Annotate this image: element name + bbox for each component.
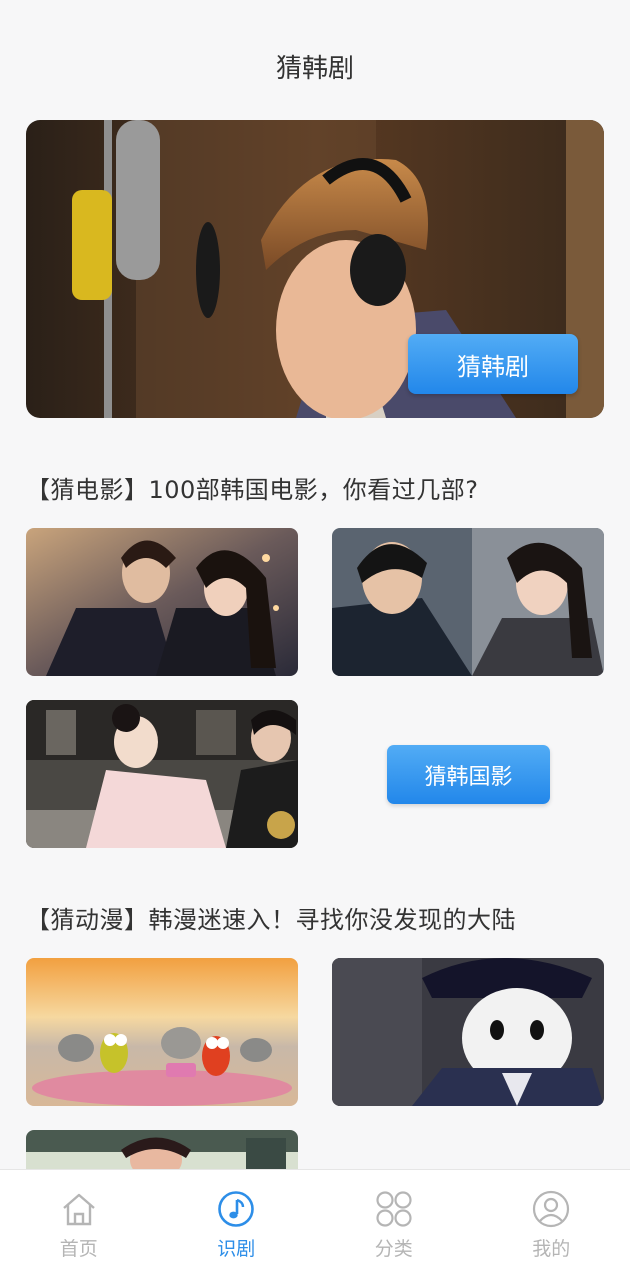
movie-thumbnail-2[interactable] <box>332 528 604 676</box>
guess-korean-movie-button[interactable]: 猜韩国影 <box>387 745 550 804</box>
bottom-tab-bar: 首页 识剧 分类 我的 <box>0 1169 630 1280</box>
movie-thumbnail-1-image <box>26 528 298 676</box>
music-note-icon <box>218 1191 255 1227</box>
tab-mine[interactable]: 我的 <box>473 1170 630 1280</box>
anime-thumbnail-1-image <box>26 958 298 1106</box>
tab-mine-label: 我的 <box>532 1238 571 1260</box>
anime-thumbnail-3[interactable] <box>26 1130 298 1170</box>
home-icon <box>62 1193 95 1226</box>
grid-circles-icon <box>376 1191 412 1227</box>
user-icon <box>533 1190 570 1228</box>
movie-thumbnail-3[interactable] <box>26 700 298 848</box>
anime-thumbnail-2-image <box>332 958 604 1106</box>
anime-section-title: 【猜动漫】韩漫迷速入！寻找你没发现的大陆 <box>26 906 516 934</box>
anime-thumbnail-3-image <box>26 1130 298 1170</box>
movie-thumbnail-2-image <box>332 528 604 676</box>
movie-thumbnail-3-image <box>26 700 298 848</box>
tab-home[interactable]: 首页 <box>0 1170 158 1280</box>
tab-recognize-label: 识剧 <box>217 1238 256 1260</box>
movie-thumbnail-1[interactable] <box>26 528 298 676</box>
guess-drama-button[interactable]: 猜韩剧 <box>408 334 578 394</box>
anime-thumbnail-2[interactable] <box>332 958 604 1106</box>
tab-home-label: 首页 <box>59 1238 98 1260</box>
movies-section-title: 【猜电影】100部韩国电影，你看过几部? <box>26 476 479 504</box>
hero-banner[interactable]: 猜韩剧 <box>26 120 604 418</box>
page-title: 猜韩剧 <box>275 54 354 84</box>
tab-category[interactable]: 分类 <box>315 1170 473 1280</box>
tab-category-label: 分类 <box>374 1238 413 1260</box>
anime-thumbnail-1[interactable] <box>26 958 298 1106</box>
tab-recognize[interactable]: 识剧 <box>158 1170 316 1280</box>
